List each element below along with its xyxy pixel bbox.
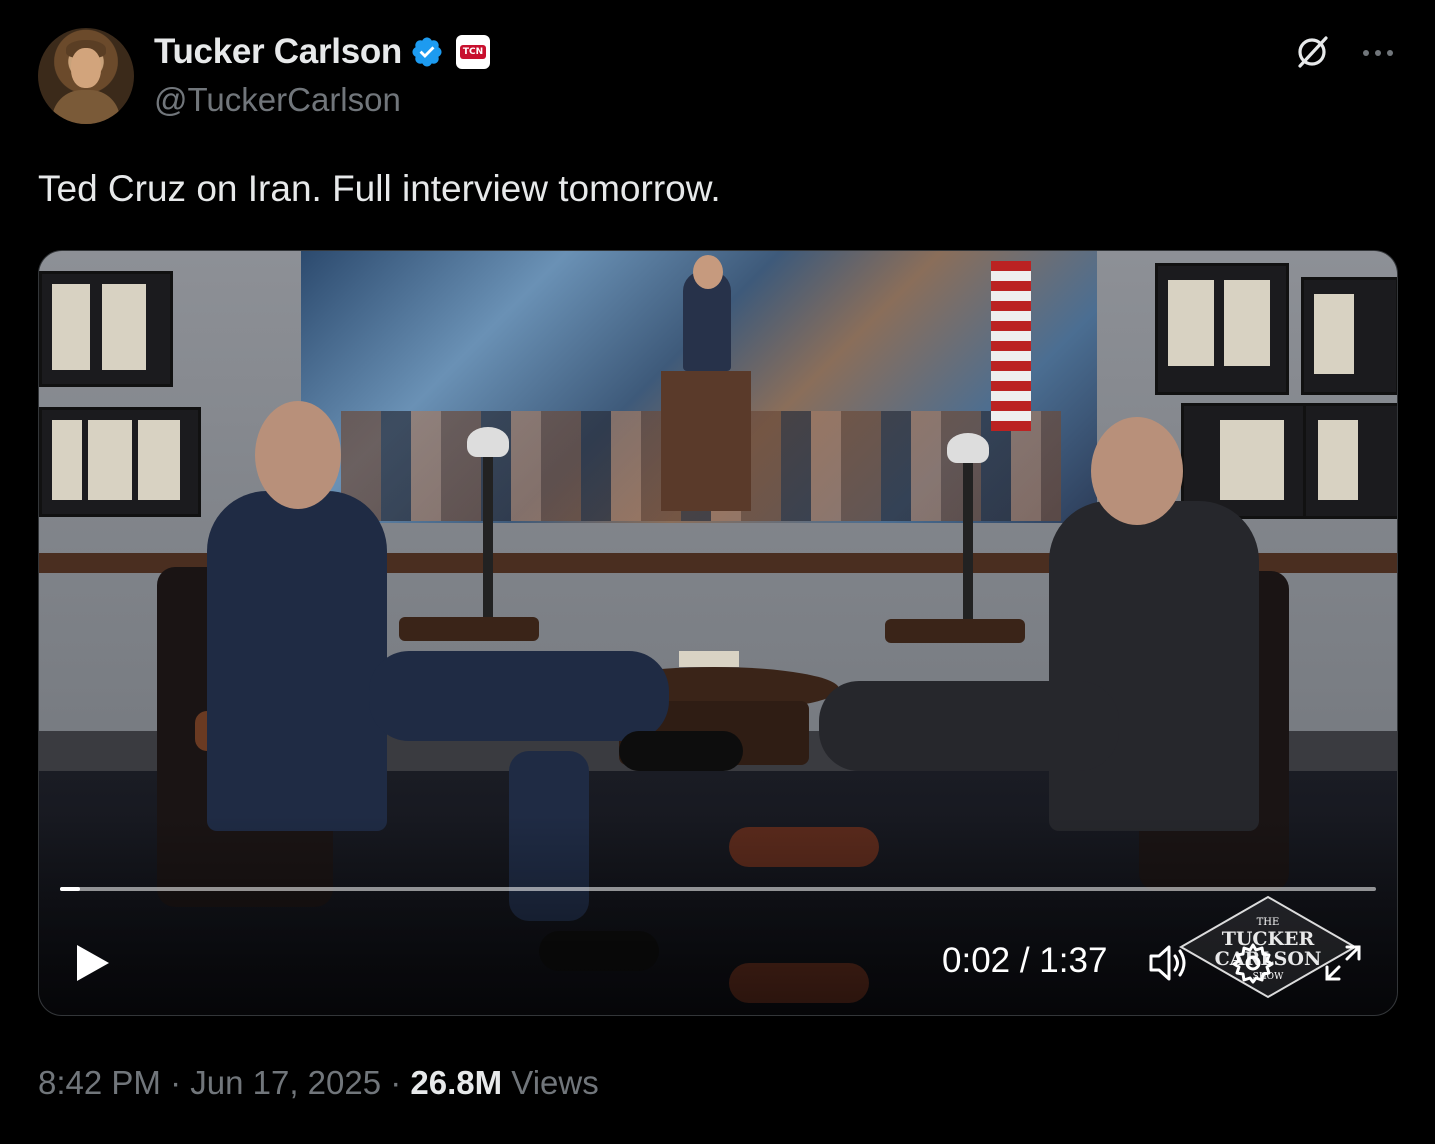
tweet-text: Ted Cruz on Iran. Full interview tomorro… <box>38 168 721 209</box>
author-handle[interactable]: @TuckerCarlson <box>154 81 401 119</box>
views-count: 26.8M <box>410 1064 503 1101</box>
tweet-date[interactable]: Jun 17, 2025 <box>190 1064 381 1101</box>
grok-icon[interactable] <box>1292 32 1332 72</box>
settings-icon[interactable] <box>1231 941 1275 985</box>
more-options-icon[interactable] <box>1358 38 1398 68</box>
author-avatar[interactable] <box>38 28 134 124</box>
affiliate-badge[interactable]: TCN <box>456 35 491 69</box>
play-icon[interactable] <box>73 941 113 985</box>
svg-text:THE: THE <box>1257 917 1280 928</box>
author-name-row: Tucker Carlson TCN <box>154 32 491 72</box>
affiliate-badge-label: TCN <box>459 45 487 59</box>
video-progress-fill <box>60 887 80 891</box>
tweet-header: Tucker Carlson TCN @TuckerCarlson <box>38 28 1398 128</box>
video-player[interactable]: 0:02 / 1:37 THE TUCKER CARLSON SHOW <box>38 250 1398 1016</box>
video-progress-bar[interactable] <box>60 887 1376 891</box>
author-display-name[interactable]: Tucker Carlson <box>154 32 402 72</box>
meta-separator: · <box>160 1064 191 1101</box>
meta-separator: · <box>381 1064 411 1101</box>
tweet-meta: 8:42 PM · Jun 17, 2025 · 26.8M Views <box>38 1064 599 1102</box>
tweet-time[interactable]: 8:42 PM <box>38 1064 161 1101</box>
video-time-readout: 0:02 / 1:37 <box>942 941 1108 980</box>
fullscreen-icon[interactable] <box>1321 941 1365 985</box>
verified-badge-icon[interactable] <box>410 35 444 69</box>
views-label: Views <box>511 1064 599 1101</box>
